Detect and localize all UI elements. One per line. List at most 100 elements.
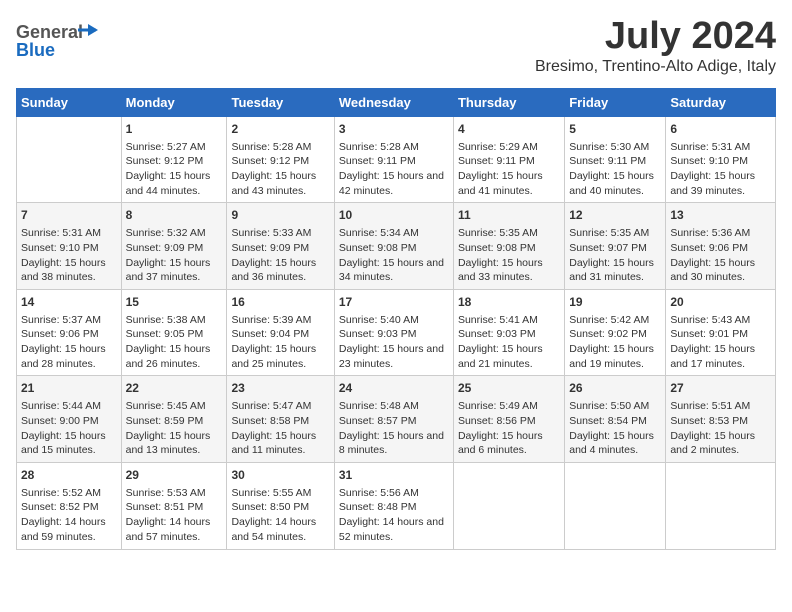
daylight-text: Daylight: 15 hours and 13 minutes. [126,429,223,458]
calendar-cell: 6Sunrise: 5:31 AMSunset: 9:10 PMDaylight… [666,116,776,203]
sunrise-text: Sunrise: 5:53 AM [126,486,223,501]
calendar-week-row: 1Sunrise: 5:27 AMSunset: 9:12 PMDaylight… [17,116,776,203]
sunrise-text: Sunrise: 5:39 AM [231,313,329,328]
sunset-text: Sunset: 9:01 PM [670,327,771,342]
day-number: 8 [126,207,223,224]
weekday-header: Wednesday [334,88,453,116]
sunset-text: Sunset: 8:48 PM [339,500,449,515]
sunset-text: Sunset: 8:59 PM [126,414,223,429]
calendar-cell: 14Sunrise: 5:37 AMSunset: 9:06 PMDayligh… [17,289,122,376]
daylight-text: Daylight: 15 hours and 19 minutes. [569,342,661,371]
sunrise-text: Sunrise: 5:44 AM [21,399,117,414]
sunrise-text: Sunrise: 5:35 AM [458,226,560,241]
day-number: 30 [231,467,329,484]
sunset-text: Sunset: 9:08 PM [339,241,449,256]
calendar-cell: 25Sunrise: 5:49 AMSunset: 8:56 PMDayligh… [453,376,564,463]
sunset-text: Sunset: 8:57 PM [339,414,449,429]
day-number: 7 [21,207,117,224]
month-title: July 2024 [535,16,776,58]
calendar-cell: 4Sunrise: 5:29 AMSunset: 9:11 PMDaylight… [453,116,564,203]
calendar-cell: 3Sunrise: 5:28 AMSunset: 9:11 PMDaylight… [334,116,453,203]
day-number: 24 [339,380,449,397]
daylight-text: Daylight: 15 hours and 40 minutes. [569,169,661,198]
calendar-cell: 30 Sunrise: 5:55 AMSunset: 8:50 PMDayligh… [227,462,334,549]
sunrise-text: Sunrise: 5:31 AM [21,226,117,241]
daylight-text: Daylight: 15 hours and 21 minutes. [458,342,560,371]
calendar-cell: 5Sunrise: 5:30 AMSunset: 9:11 PMDaylight… [565,116,666,203]
sunset-text: Sunset: 9:11 PM [339,154,449,169]
daylight-text: Daylight: 15 hours and 43 minutes. [231,169,329,198]
calendar-cell: 16Sunrise: 5:39 AMSunset: 9:04 PMDayligh… [227,289,334,376]
day-number: 17 [339,294,449,311]
daylight-text: Daylight: 15 hours and 2 minutes. [670,429,771,458]
calendar-cell: 29Sunrise: 5:53 AMSunset: 8:51 PMDayligh… [121,462,227,549]
location-title: Bresimo, Trentino-Alto Adige, Italy [535,58,776,76]
day-number: 20 [670,294,771,311]
sunset-text: Sunset: 9:04 PM [231,327,329,342]
sunset-text: Sunset: 9:11 PM [569,154,661,169]
daylight-text: Daylight: 15 hours and 41 minutes. [458,169,560,198]
daylight-text: Daylight: 15 hours and 39 minutes. [670,169,771,198]
daylight-text: Daylight: 15 hours and 38 minutes. [21,256,117,285]
sunrise-text: Sunrise: 5:51 AM [670,399,771,414]
title-area: July 2024 Bresimo, Trentino-Alto Adige, … [535,16,776,76]
calendar-cell: 15Sunrise: 5:38 AMSunset: 9:05 PMDayligh… [121,289,227,376]
day-number: 4 [458,121,560,138]
sunset-text: Sunset: 9:06 PM [670,241,771,256]
calendar-cell: 27Sunrise: 5:51 AMSunset: 8:53 PMDayligh… [666,376,776,463]
page-header: General Blue July 2024 Bresimo, Trentino… [16,16,776,76]
calendar-cell: 18 Sunrise: 5:41 AMSunset: 9:03 PMDayligh… [453,289,564,376]
calendar-week-row: 21Sunrise: 5:44 AMSunset: 9:00 PMDayligh… [17,376,776,463]
day-number: 3 [339,121,449,138]
logo-icon: General Blue [16,16,106,60]
sunset-text: Sunset: 9:02 PM [569,327,661,342]
sunrise-text: Sunrise: 5:41 AM [458,313,560,328]
day-number: 9 [231,207,329,224]
sunrise-text: Sunrise: 5:38 AM [126,313,223,328]
daylight-text: Daylight: 15 hours and 23 minutes. [339,342,449,371]
day-number: 29 [126,467,223,484]
daylight-text: Daylight: 15 hours and 15 minutes. [21,429,117,458]
calendar-cell [666,462,776,549]
sunset-text: Sunset: 8:50 PM [231,500,329,515]
calendar-cell: 13Sunrise: 5:36 AMSunset: 9:06 PMDayligh… [666,203,776,290]
daylight-text: Daylight: 15 hours and 6 minutes. [458,429,560,458]
day-number: 27 [670,380,771,397]
weekday-header: Sunday [17,88,122,116]
calendar-cell: 1Sunrise: 5:27 AMSunset: 9:12 PMDaylight… [121,116,227,203]
sunrise-text: Sunrise: 5:55 AM [231,486,329,501]
daylight-text: Daylight: 15 hours and 28 minutes. [21,342,117,371]
sunrise-text: Sunrise: 5:40 AM [339,313,449,328]
weekday-header: Thursday [453,88,564,116]
calendar-cell: 24Sunrise: 5:48 AMSunset: 8:57 PMDayligh… [334,376,453,463]
calendar-cell: 9Sunrise: 5:33 AMSunset: 9:09 PMDaylight… [227,203,334,290]
day-number: 18 [458,294,560,311]
sunset-text: Sunset: 8:52 PM [21,500,117,515]
day-number: 21 [21,380,117,397]
calendar-cell [565,462,666,549]
daylight-text: Daylight: 15 hours and 8 minutes. [339,429,449,458]
sunrise-text: Sunrise: 5:52 AM [21,486,117,501]
calendar-cell [17,116,122,203]
sunset-text: Sunset: 9:12 PM [126,154,223,169]
sunset-text: Sunset: 9:10 PM [21,241,117,256]
sunrise-text: Sunrise: 5:28 AM [339,140,449,155]
sunset-text: Sunset: 8:54 PM [569,414,661,429]
calendar-cell [453,462,564,549]
daylight-text: Daylight: 15 hours and 4 minutes. [569,429,661,458]
calendar-week-row: 28Sunrise: 5:52 AMSunset: 8:52 PMDayligh… [17,462,776,549]
daylight-text: Daylight: 15 hours and 36 minutes. [231,256,329,285]
daylight-text: Daylight: 14 hours and 54 minutes. [231,515,329,544]
daylight-text: Daylight: 15 hours and 37 minutes. [126,256,223,285]
sunset-text: Sunset: 9:03 PM [458,327,560,342]
daylight-text: Daylight: 14 hours and 57 minutes. [126,515,223,544]
daylight-text: Daylight: 15 hours and 25 minutes. [231,342,329,371]
daylight-text: Daylight: 15 hours and 34 minutes. [339,256,449,285]
day-number: 22 [126,380,223,397]
day-number: 2 [231,121,329,138]
calendar-cell: 22Sunrise: 5:45 AMSunset: 8:59 PMDayligh… [121,376,227,463]
day-number: 26 [569,380,661,397]
day-number: 12 [569,207,661,224]
daylight-text: Daylight: 14 hours and 59 minutes. [21,515,117,544]
weekday-header: Friday [565,88,666,116]
